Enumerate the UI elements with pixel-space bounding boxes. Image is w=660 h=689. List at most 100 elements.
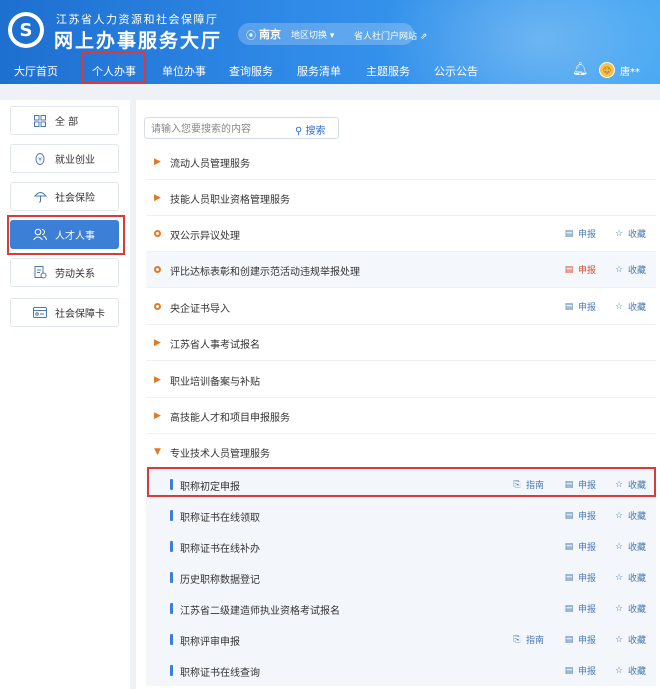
sidebar-item-insurance[interactable]: 社会保险 (10, 182, 119, 211)
service-title: 双公示异议处理 (170, 231, 240, 242)
circle-marker-icon (154, 303, 161, 310)
apply-button[interactable]: ▤ 申报 (564, 562, 596, 593)
service-item[interactable]: 评比达标表彰和创建示范活动违规举报处理 ▤ 申报 ☆ 收藏 (146, 252, 656, 288)
search-button[interactable]: ⚲ 搜索 (295, 122, 326, 137)
apply-label: 申报 (578, 574, 597, 584)
apply-button[interactable]: ▤ 申报 (564, 531, 596, 562)
sub-service-title: 江苏省二级建造师执业资格考试报名 (180, 606, 340, 617)
favorite-label: 收藏 (628, 636, 647, 646)
sidebar-item-card[interactable]: 社会保障卡 (10, 298, 119, 327)
nav-unit[interactable]: 单位办事 (162, 63, 206, 79)
sub-service-title: 职称证书在线补办 (180, 544, 260, 555)
sub-service-item[interactable]: 职称证书在线领取 ▤ 申报 ☆ 收藏 (146, 500, 656, 531)
sub-service-title: 职称证书在线领取 (180, 513, 260, 524)
apply-button[interactable]: ▤ 申报 (564, 593, 596, 624)
site-title: 网上办事服务大厅 (54, 30, 223, 52)
favorite-button[interactable]: ☆ 收藏 (614, 655, 646, 686)
favorite-button[interactable]: ☆ 收藏 (614, 562, 646, 593)
sub-service-item[interactable]: 职称证书在线补办 ▤ 申报 ☆ 收藏 (146, 531, 656, 562)
sidebar-item-employment[interactable]: ¥ 就业创业 (10, 144, 119, 173)
apply-button[interactable]: ▤ 申报 (564, 252, 596, 287)
service-title: 流动人员管理服务 (170, 159, 250, 170)
sidebar-item-labor[interactable]: 劳动关系 (10, 258, 119, 287)
org-subtitle: 江苏省人力资源和社会保障厅 (56, 13, 219, 26)
sub-service-item[interactable]: 历史职称数据登记 ▤ 申报 ☆ 收藏 (146, 562, 656, 593)
apply-button[interactable]: ▤ 申报 (564, 655, 596, 686)
favorite-label: 收藏 (628, 543, 647, 553)
apply-button[interactable]: ▤ 申报 (564, 500, 596, 531)
sub-service-title: 历史职称数据登记 (180, 575, 260, 586)
triangle-right-icon: ▶ (154, 411, 161, 421)
apply-label: 申报 (578, 266, 597, 276)
service-category[interactable]: ▶ 技能人员职业资格管理服务 (146, 180, 656, 216)
logo[interactable]: S (8, 12, 44, 48)
star-icon: ☆ (614, 301, 624, 312)
service-item[interactable]: 双公示异议处理 ▤ 申报 ☆ 收藏 (146, 216, 656, 252)
favorite-button[interactable]: ☆ 收藏 (614, 500, 646, 531)
nav-query[interactable]: 查询服务 (229, 63, 273, 79)
circle-marker-icon (154, 266, 161, 273)
service-title: 高技能人才和项目申报服务 (170, 413, 290, 424)
service-title: 专业技术人员管理服务 (170, 449, 270, 460)
service-item[interactable]: 央企证书导入 ▤ 申报 ☆ 收藏 (146, 289, 656, 325)
service-title: 央企证书导入 (170, 304, 230, 315)
service-title: 评比达标表彰和创建示范活动违规举报处理 (170, 267, 360, 278)
bullet-bar (170, 572, 173, 583)
apply-label: 申报 (578, 667, 597, 677)
favorite-label: 收藏 (628, 230, 647, 240)
search-button-label: 搜索 (305, 126, 326, 137)
region-switch-button[interactable]: 地区切换 ▾ (291, 28, 334, 41)
bullet-bar (170, 634, 173, 645)
apply-button[interactable]: ▤ 申报 (564, 289, 596, 324)
favorite-button[interactable]: ☆ 收藏 (614, 252, 646, 287)
apply-label: 申报 (578, 605, 597, 615)
favorite-button[interactable]: ☆ 收藏 (614, 216, 646, 251)
circle-marker-icon (154, 230, 161, 237)
nav-service-list[interactable]: 服务清单 (297, 63, 341, 79)
sidebar-item-all[interactable]: 全 部 (10, 106, 119, 135)
form-icon: ▤ (564, 541, 574, 552)
service-category[interactable]: ▶ 高技能人才和项目申报服务 (146, 398, 656, 434)
service-category-expanded[interactable]: ▼ 专业技术人员管理服务 (146, 434, 656, 470)
favorite-button[interactable]: ☆ 收藏 (614, 289, 646, 324)
triangle-right-icon: ▶ (154, 338, 161, 348)
region-switch-label: 地区切换 (291, 30, 328, 41)
service-title: 江苏省人事考试报名 (170, 340, 260, 351)
portal-link[interactable]: 省人社门户网站 ⇗ (354, 29, 427, 42)
star-icon: ☆ (614, 228, 624, 239)
apply-button[interactable]: ▤ 申报 (564, 624, 596, 655)
nav-announcement[interactable]: 公示公告 (434, 63, 478, 79)
favorite-label: 收藏 (628, 574, 647, 584)
guide-icon: ⎘ (513, 634, 521, 645)
guide-label: 指南 (526, 636, 545, 646)
selected-service-highlight (147, 467, 656, 497)
sub-service-item[interactable]: 职称评审申报 ⎘ 指南 ▤ 申报 ☆ 收藏 (146, 624, 656, 655)
guide-button[interactable]: ⎘ 指南 (512, 624, 544, 655)
sidebar-active-highlight (7, 215, 125, 255)
favorite-button[interactable]: ☆ 收藏 (614, 593, 646, 624)
avatar[interactable]: ☺ (599, 62, 615, 78)
bell-icon[interactable]: 🔔︎ (572, 62, 589, 77)
grid-icon (33, 114, 47, 128)
star-icon: ☆ (614, 541, 624, 552)
nav-theme[interactable]: 主题服务 (366, 63, 410, 79)
favorite-button[interactable]: ☆ 收藏 (614, 624, 646, 655)
service-category[interactable]: ▶ 江苏省人事考试报名 (146, 325, 656, 361)
search-input[interactable] (151, 122, 291, 136)
service-category[interactable]: ▶ 流动人员管理服务 (146, 144, 656, 180)
nav-home[interactable]: 大厅首页 (14, 63, 58, 79)
triangle-right-icon: ▶ (154, 157, 161, 167)
sub-service-item[interactable]: 江苏省二级建造师执业资格考试报名 ▤ 申报 ☆ 收藏 (146, 593, 656, 624)
form-icon: ▤ (564, 264, 574, 275)
favorite-label: 收藏 (628, 266, 647, 276)
username[interactable]: 唐** (620, 63, 640, 78)
service-category[interactable]: ▶ 职业培训备案与补贴 (146, 362, 656, 398)
apply-button[interactable]: ▤ 申报 (564, 216, 596, 251)
apply-label: 申报 (578, 636, 597, 646)
nav-active-highlight (82, 51, 146, 83)
sidebar-item-label: 社会保障卡 (55, 309, 105, 320)
sub-service-item[interactable]: 职称证书在线查询 ▤ 申报 ☆ 收藏 (146, 655, 656, 686)
favorite-button[interactable]: ☆ 收藏 (614, 531, 646, 562)
document-icon (33, 266, 47, 280)
sidebar-item-label: 劳动关系 (55, 269, 95, 280)
